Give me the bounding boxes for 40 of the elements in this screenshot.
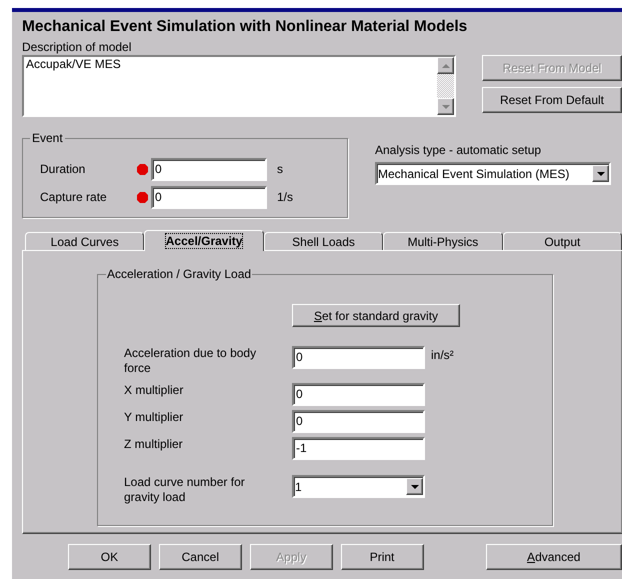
input-field[interactable]: 0 [151,158,267,180]
scroll-up-arrow-icon [442,64,450,68]
input-field[interactable]: 0 [292,410,425,433]
dialog-button[interactable]: Print [340,544,424,570]
field-label: Duration [40,161,86,178]
unit-label: s [277,161,283,178]
analysis-type-dropdown[interactable]: Mechanical Event Simulation (MES) [375,162,611,185]
input-field[interactable]: 0 [151,186,267,208]
set-standard-gravity-button[interactable]: Set for standard gravity [292,304,460,327]
input-field[interactable]: 0 [292,383,425,406]
tab[interactable]: Output [502,232,622,250]
input-field[interactable]: -1 [292,437,425,460]
scroll-down-arrow-icon [442,104,450,108]
dropdown-arrow-icon [596,172,604,176]
description-field[interactable]: Accupak/VE MES [22,55,456,117]
field-label: Analysis type - automatic setup [375,143,542,157]
dialog-button[interactable]: Cancel [158,544,242,570]
group-title: Event [30,131,65,145]
field-label: Z multiplier [124,437,184,452]
scrollbar[interactable] [437,57,454,115]
field-label: Y multiplier [124,410,184,425]
input-field[interactable]: 0 [292,346,425,369]
tab[interactable]: Shell Loads [264,232,384,250]
dropdown-arrow-icon [410,484,418,488]
tab[interactable]: Load Curves [25,232,144,250]
dialog-title: Mechanical Event Simulation with Nonlinear Material Models [22,17,468,37]
reset-button[interactable]: Reset From Default [482,87,622,113]
tab[interactable]: Multi-Physics [383,232,503,250]
unit-label: in/s² [431,347,454,364]
load-curve-dropdown[interactable]: 1 [292,475,425,498]
tab[interactable]: Accel/Gravity [144,230,264,251]
unit-label: 1/s [277,189,294,206]
field-label: X multiplier [124,383,184,398]
field-label: Description of model [22,40,132,54]
group-title: Acceleration / Gravity Load [106,267,252,281]
field-label: Capture rate [40,189,108,206]
field-label: Load curve number for gravity load [124,475,246,505]
dialog-button[interactable]: OK [68,544,151,570]
dialog-button[interactable]: Advanced [486,544,622,570]
field-label: Acceleration due to body force [124,346,258,376]
